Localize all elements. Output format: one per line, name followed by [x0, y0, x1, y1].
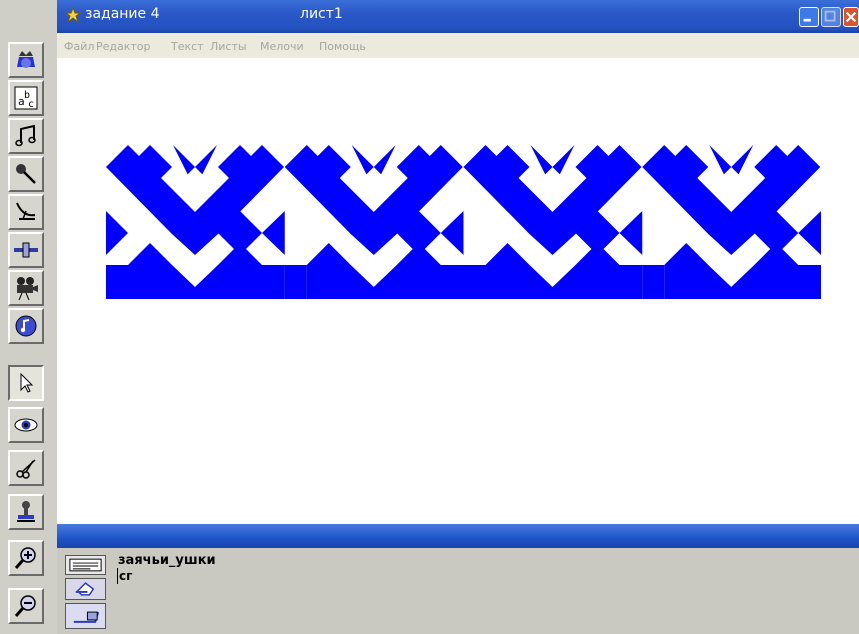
ornament-bottom-fill [463, 265, 486, 299]
ornament-diamond [536, 167, 569, 199]
ornament-diamond [715, 167, 748, 199]
ornament-left-edge [106, 211, 128, 255]
object-name: заячьи_ушки [118, 553, 216, 568]
ornament-bottom-fill [642, 265, 665, 299]
ornament-diamond [179, 167, 211, 199]
ornament-lower-edge [262, 211, 285, 255]
rubber-stamp-icon [17, 501, 35, 522]
window-title: задание 4 [85, 6, 160, 22]
object-text[interactable]: сг [119, 569, 132, 583]
tool-button-music[interactable] [8, 118, 44, 154]
ornament-bottom-fill [106, 265, 128, 299]
sheet-title: лист1 [300, 6, 343, 22]
text-cursor [117, 568, 118, 584]
drawing-canvas[interactable] [57, 58, 859, 524]
minimize-button[interactable] [799, 7, 819, 27]
tool-button-stamps[interactable] [8, 42, 44, 78]
bucket-tool-button[interactable] [65, 603, 106, 629]
stamp-chooser-icon [17, 51, 35, 68]
ornament-bottom-band [306, 243, 464, 299]
hand-icon [75, 582, 95, 596]
ornament-lower-edge [798, 211, 821, 255]
eye-icon [14, 418, 38, 432]
zoom-out-icon [14, 595, 36, 617]
tool-button-text[interactable]: a b c [8, 80, 44, 116]
tool-button-scissors[interactable] [8, 450, 44, 486]
tool-button-movie[interactable] [8, 270, 44, 306]
pick-tool-button[interactable] [65, 578, 106, 600]
tool-bar: a b c [0, 0, 58, 634]
slider-tool-icon [14, 242, 38, 258]
ornament-upper-motif [284, 145, 463, 255]
menu-file[interactable]: Файл [64, 40, 94, 53]
tool-button-slider[interactable] [8, 232, 44, 268]
tool-button-dish[interactable] [8, 194, 44, 230]
text-lines-icon [69, 558, 102, 572]
title-bar: задание 4 лист1 [57, 0, 859, 33]
ornament-bottom-band [128, 243, 285, 299]
minimize-icon [803, 18, 811, 22]
tool-button-pointer[interactable] [8, 365, 44, 401]
app-icon [65, 7, 81, 23]
menu-editor[interactable]: Редактор [96, 40, 151, 53]
ornament-lower-edge [619, 211, 643, 255]
note-circle-icon [15, 315, 37, 337]
sheet-thumbnail[interactable] [65, 555, 106, 575]
maximize-icon [824, 10, 836, 22]
movie-camera-icon [17, 277, 38, 301]
bucket-icon [73, 611, 100, 623]
panel-divider[interactable] [57, 524, 859, 548]
ornament-upper-motif [106, 145, 284, 255]
ornament-bottom-band [664, 243, 821, 299]
ornament-image [106, 145, 821, 299]
ornament-upper-motif [642, 145, 821, 255]
close-icon [845, 11, 857, 23]
menu-bar: Файл Редактор Текст Листы Мелочи Помощь [57, 33, 859, 58]
microphone-icon [16, 164, 36, 184]
ornament-lower-edge [440, 211, 464, 255]
svg-text:c: c [28, 99, 34, 110]
menu-sheets[interactable]: Листы [210, 40, 247, 53]
object-panel: заячьи_ушки сг [57, 548, 859, 634]
menu-text[interactable]: Текст [171, 40, 204, 53]
menu-help[interactable]: Помощь [319, 40, 366, 53]
ornament-upper-motif [463, 145, 642, 255]
tool-button-eye[interactable] [8, 407, 44, 443]
ornament-bottom-fill [284, 265, 307, 299]
music-icon [15, 124, 36, 147]
menu-misc[interactable]: Мелочи [260, 40, 304, 53]
text-tool-icon: a b c [14, 86, 38, 110]
maximize-button[interactable] [821, 7, 841, 27]
scissors-icon [16, 459, 36, 479]
satellite-dish-icon [16, 202, 36, 220]
zoom-in-icon [14, 547, 36, 569]
tool-button-zoom-out[interactable] [8, 588, 44, 624]
arrow-pointer-icon [20, 372, 34, 393]
tool-button-rubber-stamp[interactable] [8, 494, 44, 530]
tool-button-microphone[interactable] [8, 156, 44, 192]
ornament-diamond [357, 167, 390, 199]
ornament-bottom-band [485, 243, 643, 299]
tool-button-note[interactable] [8, 308, 44, 344]
close-button[interactable] [843, 7, 859, 27]
tool-button-zoom-in[interactable] [8, 540, 44, 576]
